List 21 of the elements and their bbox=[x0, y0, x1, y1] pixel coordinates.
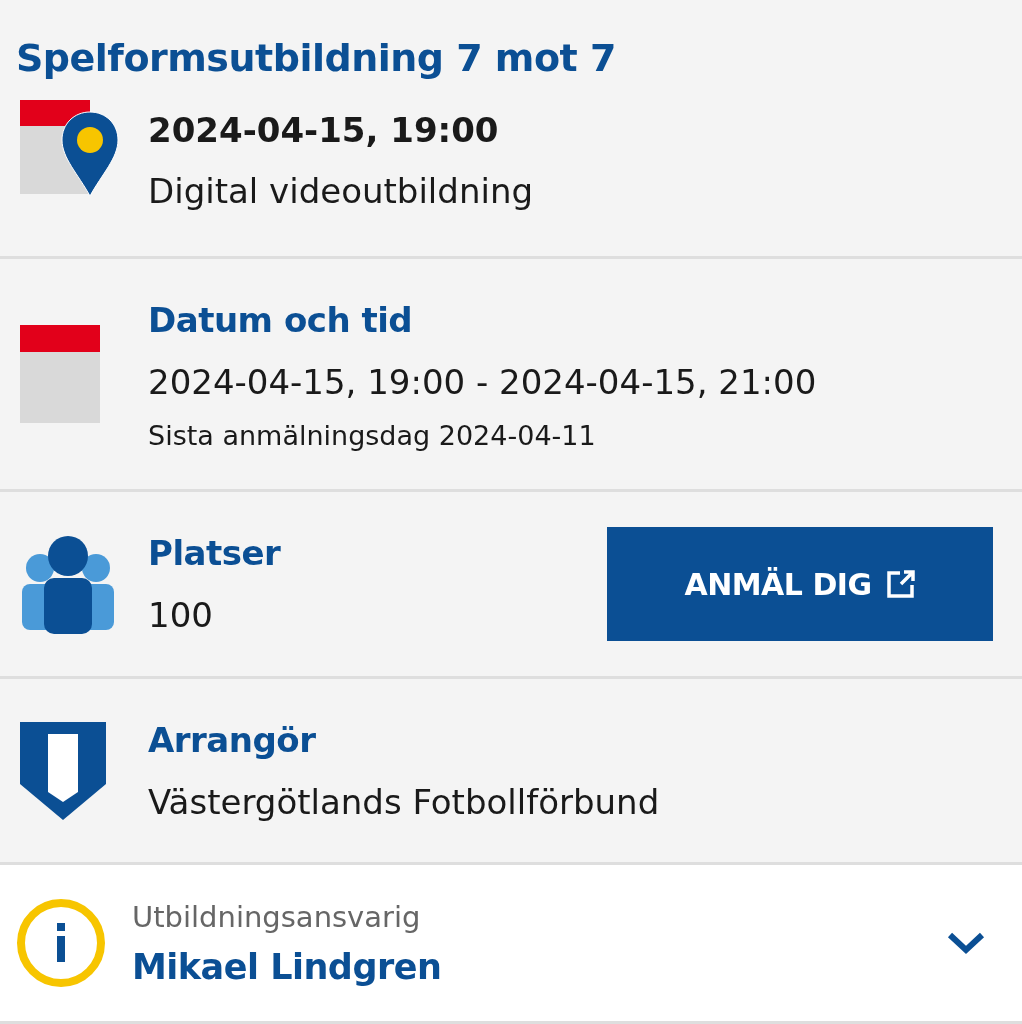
section-heading: Platser bbox=[148, 532, 282, 575]
shield-icon bbox=[20, 721, 106, 820]
section-value: 2024-04-15, 19:00 - 2024-04-15, 21:00 bbox=[148, 361, 818, 404]
section-value: 100 bbox=[148, 594, 214, 637]
calendar-pin-icon bbox=[20, 100, 120, 196]
section-heading: Datum och tid bbox=[148, 299, 414, 342]
info-icon bbox=[16, 898, 106, 988]
event-datetime: 2024-04-15, 19:00 bbox=[148, 109, 500, 152]
chevron-icon bbox=[946, 931, 986, 955]
contact-label: Utbildningsansvarig bbox=[132, 899, 422, 936]
page-title: Spelformsutbildning 7 mot 7 bbox=[15, 35, 617, 82]
event-location: Digital videoutbildning bbox=[148, 170, 534, 213]
section-value: Västergötlands Fotbollförbund bbox=[148, 780, 661, 824]
external-link-icon bbox=[885, 569, 916, 599]
people-icon bbox=[20, 534, 116, 634]
section-heading: Arrangör bbox=[148, 718, 317, 762]
calendar-icon bbox=[20, 325, 100, 423]
contact-name: Mikael Lindgren bbox=[132, 946, 443, 989]
deadline-note: Sista anmälningsdag 2024-04-11 bbox=[148, 419, 597, 453]
contact-accordion[interactable]: Utbildningsansvarig Mikael Lindgren bbox=[0, 865, 1022, 1024]
register-button[interactable]: ANMÄL DIG bbox=[607, 527, 993, 641]
